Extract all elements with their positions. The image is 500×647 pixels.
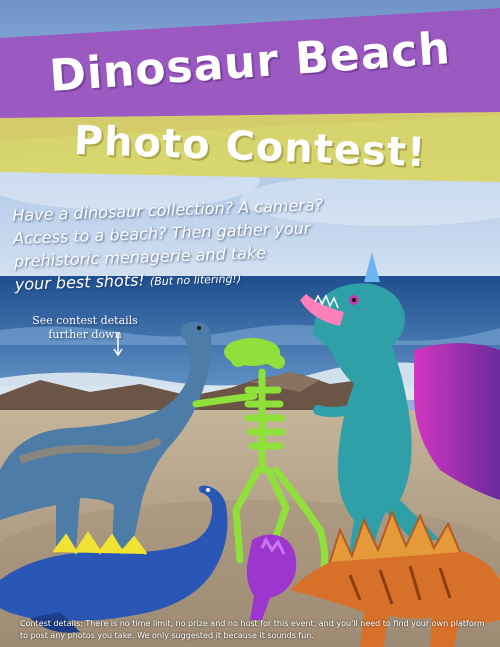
details-pointer-line: See contest details [32, 314, 138, 327]
details-pointer: See contest details further down [20, 314, 150, 342]
details-pointer-line: further down [48, 328, 122, 341]
contest-poster: Dinosaur Beach Photo Contest! Have a din… [0, 0, 500, 647]
contest-details: Contest details: There is no time limit,… [20, 619, 485, 640]
skeleton-head [224, 338, 280, 366]
down-arrow-icon [113, 333, 123, 357]
intro-text: Have a dinosaur collection? A camera? Ac… [12, 191, 375, 298]
intro-aside: (But no litering!) [149, 272, 242, 289]
intro-line-text: your best shots! [14, 270, 146, 294]
